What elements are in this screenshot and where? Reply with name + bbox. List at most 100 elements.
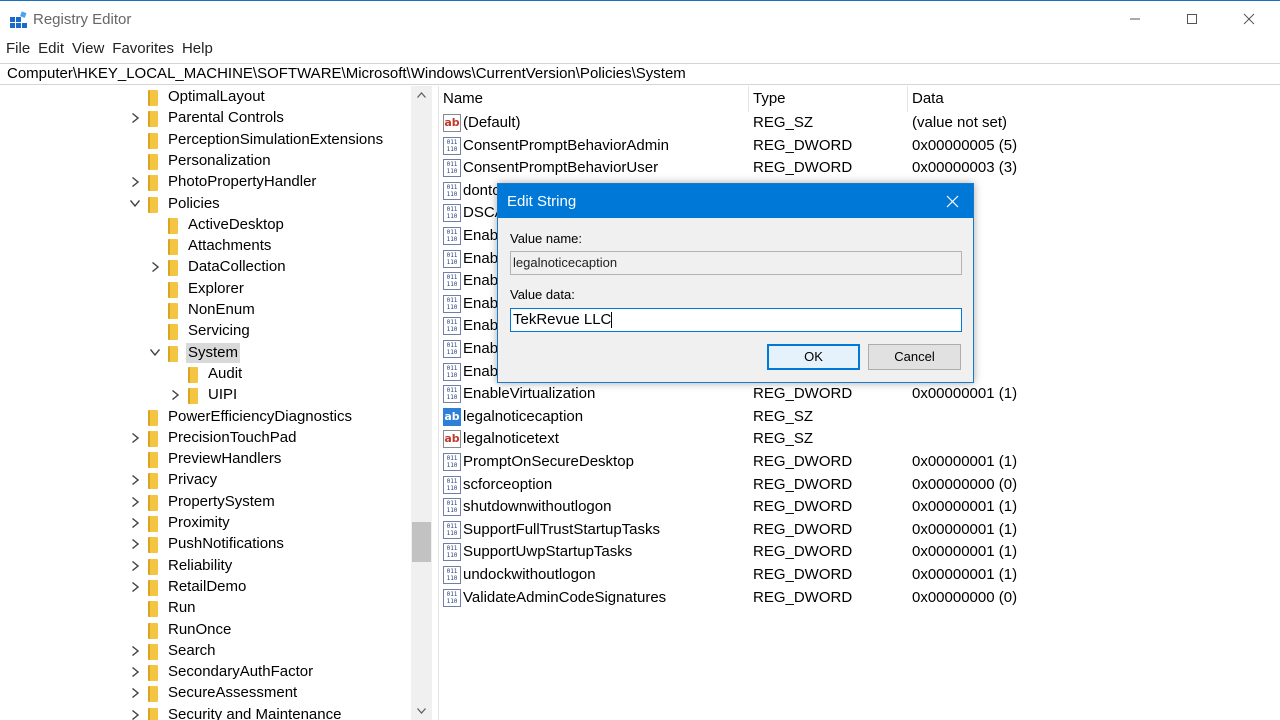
scroll-thumb[interactable] (412, 522, 431, 562)
list-item[interactable]: 011 110 shutdownwithoutlogon REG_DWORD 0x00… (439, 496, 1280, 518)
tree-item[interactable]: Personalization (0, 151, 411, 172)
value-data-input[interactable]: TekRevue LLC (510, 308, 962, 332)
tree-item[interactable]: Attachments (0, 236, 411, 257)
tree-item[interactable]: PreviewHandlers (0, 449, 411, 470)
cancel-button[interactable]: Cancel (868, 344, 961, 370)
value-name: SupportUwpStartupTasks (463, 543, 633, 561)
tree-item[interactable]: Privacy (0, 470, 411, 491)
menu-view[interactable]: View (72, 38, 104, 62)
menu-help[interactable]: Help (182, 38, 213, 62)
close-icon (946, 195, 958, 207)
chevron-down-icon[interactable] (148, 346, 162, 360)
tree-item[interactable]: Servicing (0, 321, 411, 342)
tree-item[interactable]: Parental Controls (0, 108, 411, 129)
tree-item[interactable]: OptimalLayout (0, 87, 411, 108)
tree-item[interactable]: PropertySystem (0, 492, 411, 513)
chevron-right-icon[interactable] (128, 111, 142, 125)
chevron-right-icon[interactable] (128, 431, 142, 445)
tree-item[interactable]: RunOnce (0, 620, 411, 641)
chevron-right-icon[interactable] (128, 473, 142, 487)
chevron-right-icon[interactable] (128, 665, 142, 679)
value-data: 0x00000000 (0) (912, 588, 1018, 606)
tree-item[interactable]: PerceptionSimulationExtensions (0, 130, 411, 151)
pane-splitter[interactable] (432, 86, 439, 720)
tree-item[interactable]: DataCollection (0, 257, 411, 278)
dword-value-icon: 011 110 (443, 498, 461, 517)
chevron-right-icon[interactable] (128, 686, 142, 700)
chevron-right-icon[interactable] (128, 708, 142, 720)
list-item[interactable]: 011 110 ValidateAdminCodeSignatures REG_DW… (439, 587, 1280, 609)
list-item[interactable]: 011 110 EnableVirtualization REG_DWORD 0x00… (439, 383, 1280, 405)
menu-edit[interactable]: Edit (38, 38, 64, 62)
list-item[interactable]: 011 110 scforceoption REG_DWORD 0x00000000 … (439, 474, 1280, 496)
tree-item[interactable]: Security and Maintenance (0, 705, 411, 720)
tree-item[interactable]: PowerEfficiencyDiagnostics (0, 407, 411, 428)
list-item[interactable]: ab (Default) REG_SZ (value not set) (439, 112, 1280, 134)
value-name: scforceoption (463, 475, 553, 493)
chevron-right-icon[interactable] (128, 495, 142, 509)
string-value-icon: ab (443, 114, 461, 132)
tree-item[interactable]: Reliability (0, 556, 411, 577)
menu-file[interactable]: File (6, 38, 30, 62)
chevron-right-icon[interactable] (128, 516, 142, 530)
folder-icon (148, 452, 158, 469)
list-item[interactable]: 011 110 PromptOnSecureDesktop REG_DWORD 0x0… (439, 451, 1280, 473)
chevron-right-icon[interactable] (168, 388, 182, 402)
folder-icon (188, 388, 198, 405)
chevron-down-icon[interactable] (128, 197, 142, 211)
tree-item[interactable]: Explorer (0, 279, 411, 300)
value-data-label: Value data: (510, 287, 575, 302)
tree-item[interactable]: SecureAssessment (0, 683, 411, 704)
scroll-down-button[interactable] (411, 702, 432, 720)
tree-item[interactable]: Proximity (0, 513, 411, 534)
chevron-right-icon[interactable] (148, 260, 162, 274)
list-item[interactable]: 011 110 ConsentPromptBehaviorUser REG_DWOR… (439, 157, 1280, 179)
tree-item[interactable]: System (0, 342, 411, 364)
tree-item[interactable]: UIPI (0, 385, 411, 406)
chevron-right-icon[interactable] (128, 175, 142, 189)
tree-item[interactable]: PrecisionTouchPad (0, 428, 411, 449)
folder-icon (148, 516, 158, 532)
folder-icon (168, 345, 178, 362)
tree-item-label: System (186, 342, 241, 363)
value-data: 0x00000005 (5) (912, 136, 1018, 154)
value-type: REG_DWORD (753, 588, 853, 606)
dword-value-icon: 011 110 (443, 294, 461, 313)
maximize-button[interactable] (1163, 1, 1221, 37)
address-bar[interactable]: Computer\HKEY_LOCAL_MACHINE\SOFTWARE\Mic… (0, 63, 1280, 85)
scroll-up-button[interactable] (411, 86, 432, 104)
column-name-header[interactable]: Name (439, 86, 749, 112)
list-item[interactable]: 011 110 undockwithoutlogon REG_DWORD 0x0000… (439, 564, 1280, 586)
column-data-header[interactable]: Data (908, 86, 1280, 112)
chevron-right-icon[interactable] (128, 559, 142, 573)
tree-item[interactable]: PushNotifications (0, 534, 411, 555)
value-name: Enabl (463, 317, 502, 335)
ok-button[interactable]: OK (767, 344, 860, 370)
tree-item[interactable]: Policies (0, 194, 411, 215)
chevron-right-icon[interactable] (128, 644, 142, 658)
tree-item[interactable]: RetailDemo (0, 577, 411, 598)
list-item[interactable]: 011 110 SupportUwpStartupTasks REG_DWORD 0x… (439, 541, 1280, 563)
tree-item[interactable]: Audit (0, 364, 411, 385)
minimize-button[interactable] (1106, 1, 1164, 37)
tree-item[interactable]: Search (0, 641, 411, 662)
menu-favorites[interactable]: Favorites (112, 38, 174, 62)
tree-item[interactable]: PhotoPropertyHandler (0, 172, 411, 193)
column-type-header[interactable]: Type (749, 86, 908, 112)
dialog-close-button[interactable] (938, 188, 966, 214)
tree-item[interactable]: NonEnum (0, 300, 411, 321)
list-item[interactable]: 011 110 ConsentPromptBehaviorAdmin REG_DWO… (439, 135, 1280, 157)
close-button[interactable] (1220, 1, 1278, 37)
folder-icon (188, 366, 198, 383)
chevron-right-icon[interactable] (128, 580, 142, 594)
list-item[interactable]: ab legalnoticecaption REG_SZ (439, 406, 1280, 428)
tree-item[interactable]: SecondaryAuthFactor (0, 662, 411, 683)
string-value-icon: ab (443, 407, 461, 426)
tree-item[interactable]: ActiveDesktop (0, 215, 411, 236)
list-item[interactable]: 011 110 SupportFullTrustStartupTasks REG_D… (439, 519, 1280, 541)
tree-item[interactable]: Run (0, 598, 411, 619)
folder-icon (168, 217, 178, 234)
list-item[interactable]: ab legalnoticetext REG_SZ (439, 428, 1280, 450)
chevron-right-icon[interactable] (128, 537, 142, 551)
tree-scrollbar[interactable] (411, 86, 432, 720)
